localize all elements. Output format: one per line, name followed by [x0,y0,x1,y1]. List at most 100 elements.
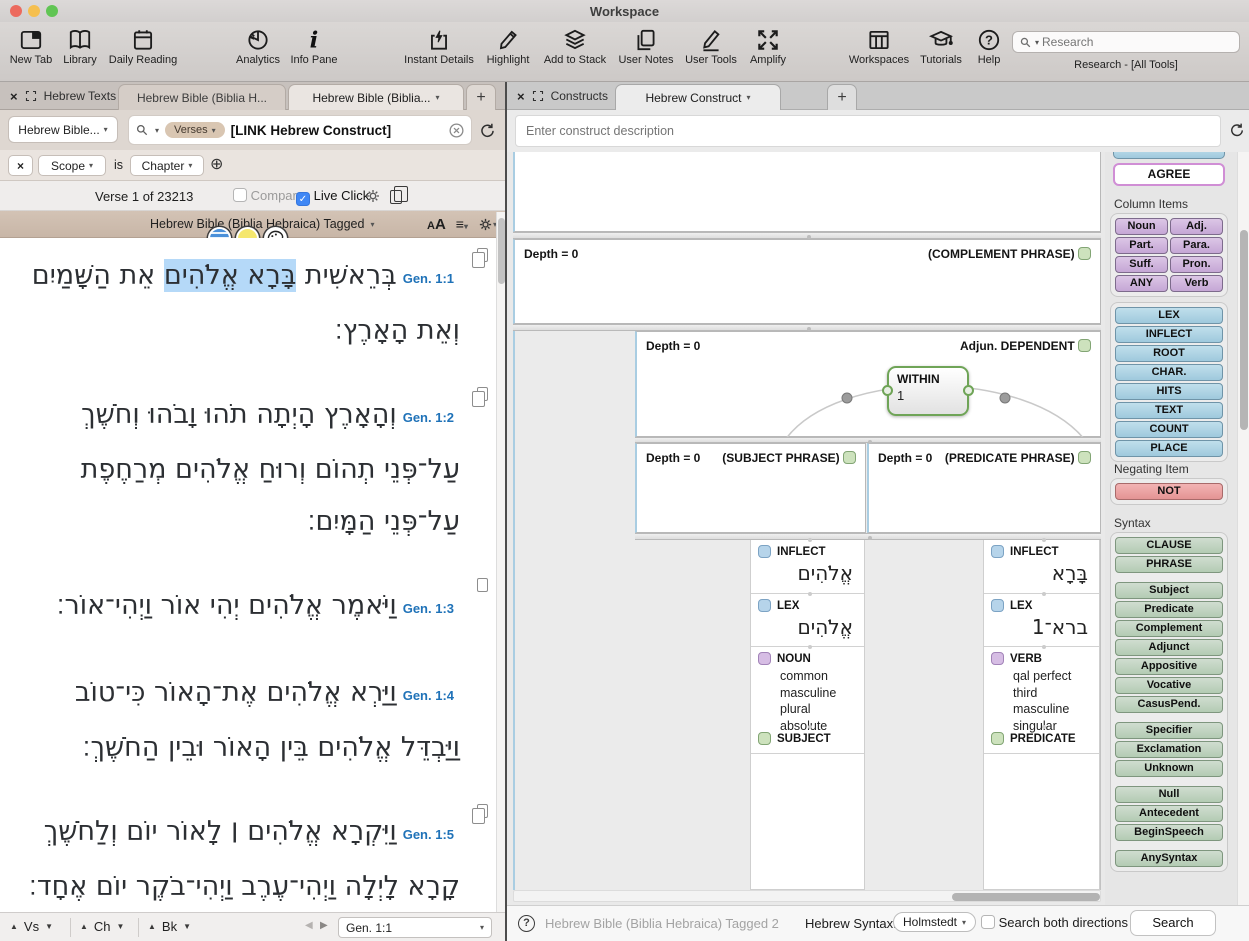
field-button-root[interactable]: ROOT [1115,345,1223,362]
user-notes-button[interactable]: User Notes [612,27,680,66]
verse-up-icon[interactable]: ▲ [10,922,18,931]
scope-value-dropdown[interactable]: Chapter▾ [130,155,204,176]
tab-hebrew-construct-active[interactable]: Hebrew Construct▾ [615,84,781,110]
book-down-icon[interactable]: ▼ [183,922,191,931]
left-scrollbar-thumb[interactable] [498,218,505,284]
pos-checkbox[interactable] [991,652,1004,665]
lex-value[interactable]: אֱלֹהִים [758,612,857,643]
syntax-checkbox[interactable] [758,732,771,745]
verse-search-field[interactable]: ▾ Verses▾ [LINK Hebrew Construct] [128,115,472,145]
recycle-tab-icon[interactable] [1228,121,1246,139]
verse-down-icon[interactable]: ▼ [45,922,53,931]
help-button[interactable]: ? Help [970,27,1008,66]
tab-hebrew-bible-1[interactable]: Hebrew Bible (Biblia H... [118,84,286,110]
complement-phrase-panel[interactable]: Depth = 0 (COMPLEMENT PHRASE) [513,239,1101,324]
field-button-text[interactable]: TEXT [1115,402,1223,419]
syntax-button-complement[interactable]: Complement [1115,620,1223,637]
remove-scope-button[interactable]: × [8,155,33,176]
panel-splitter[interactable] [635,533,1101,540]
clear-search-icon[interactable] [448,122,465,139]
pos-button-suff[interactable]: Suff. [1115,256,1168,273]
panel-checkbox[interactable] [1078,339,1091,352]
lex-cell[interactable]: LEX ברא־1 [984,594,1099,647]
verse-ref[interactable]: Gen. 1:5 [403,809,454,861]
syntax-button-exclamation[interactable]: Exclamation [1115,741,1223,758]
lex-value[interactable]: ברא־1 [991,612,1092,643]
not-button[interactable]: NOT [1115,483,1223,500]
pos-button-para[interactable]: Para. [1170,237,1223,254]
syntax-button-unknown[interactable]: Unknown [1115,760,1223,777]
verse-note-icon[interactable] [477,804,488,818]
verse-gen-1-4[interactable]: Gen. 1:4וַיַּרְא אֱלֹהִים אֶת־הָאוֹר כִּ… [16,667,460,774]
verse-note-icon[interactable] [477,248,488,262]
inflect-value[interactable]: אֱלֹהִים [758,558,857,589]
construct-canvas[interactable]: Depth = 0 (COMPLEMENT PHRASE) Depth = 0 … [507,152,1105,905]
lex-checkbox[interactable] [758,599,771,612]
predicate-phrase-panel[interactable]: Depth = 0 (PREDICATE PHRASE) [867,443,1101,533]
book-up-icon[interactable]: ▲ [148,922,156,931]
panel-checkbox[interactable] [1078,247,1091,260]
inflect-value[interactable]: בָּרָא [991,558,1092,589]
verse-ref[interactable]: Gen. 1:2 [403,392,454,444]
syntax-button-adjunct[interactable]: Adjunct [1115,639,1223,656]
history-forward-icon[interactable]: ▶ [320,920,328,931]
construct-panel-top-partial[interactable] [513,152,1101,232]
field-button-lex[interactable]: LEX [1115,307,1223,324]
field-button-inflect[interactable]: INFLECT [1115,326,1223,343]
verse-gen-1-2[interactable]: Gen. 1:2וְהָאָרֶץ הָיְתָה תֹהוּ וָבֹהוּ … [16,389,460,548]
text-module-title[interactable]: Hebrew Bible (Biblia Hebraica) Tagged [150,217,364,231]
construct-description-input[interactable] [526,124,1210,138]
search-button[interactable]: Search [1130,910,1216,936]
inflect-checkbox[interactable] [991,545,1004,558]
connector-value[interactable]: 1 [897,388,959,403]
instant-details-button[interactable]: Instant Details [398,27,480,66]
field-button-count[interactable]: COUNT [1115,421,1223,438]
pane-settings-gear[interactable]: ▾ [478,217,497,232]
panel-splitter[interactable] [513,324,1101,331]
verse-note-icon[interactable] [477,387,488,401]
verse-gen-1-1[interactable]: Gen. 1:1בְּרֵאשִׁית בָּרָא אֱלֹהִים אֵת … [16,250,460,357]
verse-note-icon[interactable] [477,578,488,592]
inflect-cell[interactable]: INFLECT אֱלֹהִים [751,540,864,594]
verse-gen-1-3[interactable]: Gen. 1:3וַיֹּאמֶר אֱלֹהִים יְהִי אוֹר וַ… [16,580,460,635]
subject-column[interactable]: INFLECT אֱלֹהִים LEX אֱלֹהִים NOUN commo… [750,540,865,890]
expand-zone-icon[interactable] [532,90,544,102]
syntax-button-casuspend[interactable]: CasusPend. [1115,696,1223,713]
syntax-button-anysyntax[interactable]: AnySyntax [1115,850,1223,867]
syntax-cell[interactable]: SUBJECT [751,727,864,754]
font-size-control[interactable]: AA [427,216,446,233]
pos-cell[interactable]: NOUN common masculine plural absolute [751,647,864,727]
within-connector-bubble[interactable]: WITHIN 1 [887,366,969,416]
partial-connector-button[interactable] [1113,152,1225,159]
tutorials-button[interactable]: Tutorials [912,27,970,66]
syntax-button-antecedent[interactable]: Antecedent [1115,805,1223,822]
syntax-button-specifier[interactable]: Specifier [1115,722,1223,739]
verse-ref[interactable]: Gen. 1:3 [403,583,454,635]
agree-button[interactable]: AGREE [1113,163,1225,186]
verse-ref[interactable]: Gen. 1:4 [403,670,454,722]
paragraph-format-icon[interactable]: ≡▾ [456,216,468,232]
verse-ref[interactable]: Gen. 1:1 [403,253,454,305]
add-scope-icon[interactable]: ⊕ [210,154,223,174]
add-to-stack-button[interactable]: Add to Stack [540,27,610,66]
close-zone-icon[interactable]: × [10,90,18,103]
search-mode-pill[interactable]: Verses▾ [165,122,225,138]
canvas-h-scrollbar[interactable] [513,890,1101,902]
close-zone-icon[interactable]: × [517,90,525,103]
syntax-button-phrase[interactable]: PHRASE [1115,556,1223,573]
user-tools-button[interactable]: User Tools [678,27,744,66]
subject-phrase-panel[interactable]: Depth = 0 (SUBJECT PHRASE) [635,443,866,533]
add-tab-button[interactable]: + [827,84,857,110]
search-query-text[interactable]: [LINK Hebrew Construct] [231,123,392,138]
workspaces-button[interactable]: Workspaces [844,27,914,66]
panel-checkbox[interactable] [843,451,856,464]
hebrew-text-area[interactable]: Gen. 1:1בְּרֵאשִׁית בָּרָא אֱלֹהִים אֵת … [0,238,496,912]
chapter-down-icon[interactable]: ▼ [117,922,125,931]
pos-button-verb[interactable]: Verb [1170,275,1223,292]
syntax-button-appositive[interactable]: Appositive [1115,658,1223,675]
pos-cell[interactable]: VERB qal perfect third masculine singula… [984,647,1099,727]
highlight-button[interactable]: Highlight [476,27,540,66]
left-scrollbar[interactable] [496,212,505,912]
pos-button-pron[interactable]: Pron. [1170,256,1223,273]
info-pane-button[interactable]: i Info Pane [284,27,344,66]
